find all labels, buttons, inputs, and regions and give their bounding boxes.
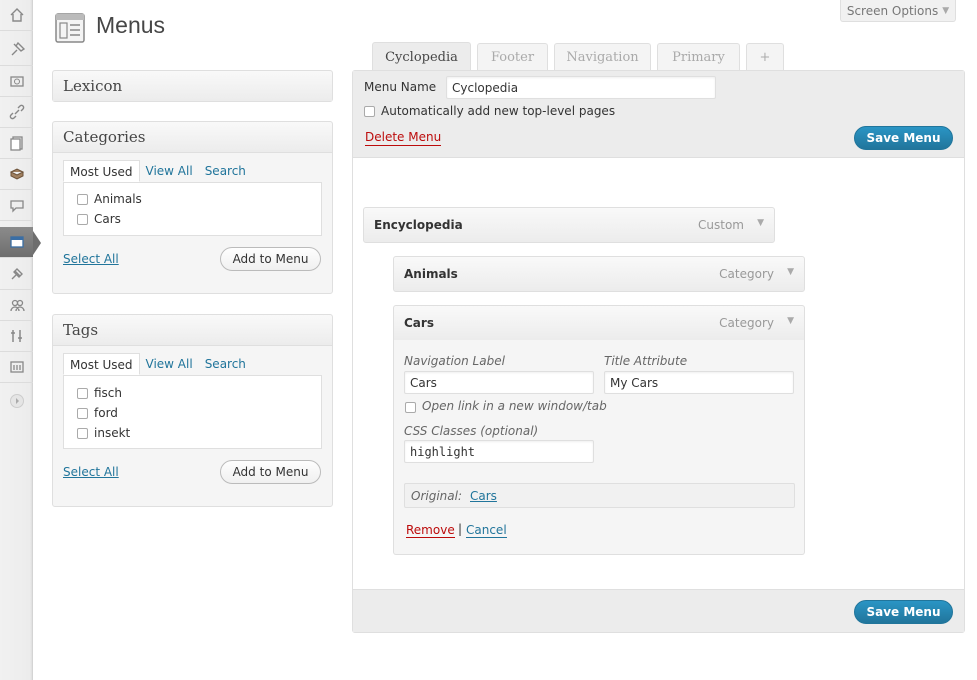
tab-view-all[interactable]: View All [140, 353, 199, 375]
original-link[interactable]: Cars [470, 489, 497, 503]
navigation-label-input[interactable]: Cars [404, 371, 594, 394]
categories-box-title[interactable]: Categories [53, 122, 332, 153]
auto-add-pages-label: Automatically add new top-level pages [381, 104, 616, 118]
settings-icon[interactable] [0, 352, 33, 383]
chevron-down-icon: ▼ [942, 5, 950, 16]
css-classes-input[interactable]: highlight [404, 440, 594, 463]
category-checkbox[interactable] [77, 213, 88, 225]
tags-box: Tags Most Used View All Search fisch for… [52, 314, 333, 507]
tab-primary[interactable]: Primary [657, 43, 740, 71]
comments-icon[interactable] [0, 190, 33, 221]
screen-options-button[interactable]: Screen Options ▼ [840, 0, 956, 22]
menu-header: Menu Name Cyclopedia Automatically add n… [353, 71, 964, 158]
tag-label: ford [94, 406, 118, 420]
menu-item-cars[interactable]: Cars Category ▼ [393, 305, 805, 341]
list-item[interactable]: Cars [64, 209, 321, 229]
tag-checkbox[interactable] [77, 427, 88, 439]
css-classes-label: CSS Classes (optional) [404, 424, 539, 438]
users-icon[interactable] [0, 290, 33, 321]
list-item[interactable]: Animals [64, 189, 321, 209]
tab-cyclopedia[interactable]: Cyclopedia [372, 42, 471, 71]
tags-checklist: fisch ford insekt [63, 375, 322, 449]
menu-item-title: Animals [404, 267, 458, 281]
dashboard-icon[interactable] [0, 0, 33, 31]
media-icon[interactable] [0, 66, 33, 97]
category-checkbox[interactable] [77, 193, 88, 205]
menu-item-title: Cars [404, 316, 434, 330]
lexicon-box-title[interactable]: Lexicon [53, 71, 332, 101]
chevron-down-icon[interactable]: ▼ [757, 218, 764, 228]
delete-menu-link[interactable]: Delete Menu [365, 130, 442, 146]
screen-options-label: Screen Options [846, 3, 939, 18]
tab-search[interactable]: Search [199, 353, 252, 375]
menu-item-type: Category [719, 267, 774, 281]
tab-navigation[interactable]: Navigation [554, 43, 651, 71]
tags-tabs: Most Used View All Search [63, 353, 252, 375]
list-item[interactable]: ford [64, 403, 321, 423]
appearance-icon[interactable] [0, 227, 41, 258]
chevron-down-icon[interactable]: ▼ [787, 267, 794, 277]
tab-footer[interactable]: Footer [477, 43, 548, 71]
menu-item-title: Encyclopedia [374, 218, 463, 232]
menu-item-type: Category [719, 316, 774, 330]
tag-checkbox[interactable] [77, 407, 88, 419]
plugins-icon[interactable] [0, 259, 33, 290]
tags-add-to-menu-button[interactable]: Add to Menu [220, 460, 321, 484]
list-item[interactable]: fisch [64, 383, 321, 403]
menu-item-settings: Navigation Label Cars Title Attribute My… [393, 340, 805, 555]
original-box: Original: Cars [404, 483, 795, 508]
new-window-label: Open link in a new window/tab [422, 399, 607, 413]
categories-add-to-menu-button[interactable]: Add to Menu [220, 247, 321, 271]
tag-checkbox[interactable] [77, 387, 88, 399]
menu-name-input[interactable]: Cyclopedia [446, 76, 716, 99]
chevron-down-icon[interactable]: ▼ [787, 316, 794, 326]
categories-box: Categories Most Used View All Search Ani… [52, 121, 333, 294]
tags-select-all-link[interactable]: Select All [63, 465, 119, 479]
library-icon[interactable] [0, 159, 33, 190]
menu-footer: Save Menu [353, 589, 964, 632]
save-menu-button[interactable]: Save Menu [854, 126, 953, 150]
tab-search[interactable]: Search [199, 160, 252, 182]
category-label: Animals [94, 192, 142, 206]
auto-add-pages-checkbox[interactable] [364, 106, 375, 117]
add-menu-tab-button[interactable]: + [746, 43, 784, 71]
page-title: Menus [96, 12, 166, 38]
menu-item-animals[interactable]: Animals Category ▼ [393, 256, 805, 292]
lexicon-box[interactable]: Lexicon [52, 70, 333, 102]
tab-most-used[interactable]: Most Used [63, 353, 140, 375]
tools-icon[interactable] [0, 321, 33, 352]
list-item[interactable]: insekt [64, 423, 321, 443]
collapse-icon[interactable] [0, 385, 33, 416]
navigation-label-label: Navigation Label [404, 354, 505, 368]
new-window-checkbox[interactable] [405, 402, 416, 413]
remove-link[interactable]: Remove [406, 523, 455, 538]
cancel-link[interactable]: Cancel [466, 523, 507, 538]
posts-icon[interactable] [0, 35, 33, 66]
categories-checklist: Animals Cars [63, 182, 322, 236]
tag-label: fisch [94, 386, 123, 400]
category-label: Cars [94, 212, 121, 226]
menu-name-label: Menu Name [364, 80, 437, 94]
original-label: Original: [411, 488, 462, 503]
save-menu-button-bottom[interactable]: Save Menu [854, 600, 953, 624]
tags-box-title[interactable]: Tags [53, 315, 332, 346]
menu-item-type: Custom [698, 218, 744, 232]
admin-sidebar [0, 0, 41, 680]
pages-icon[interactable] [0, 128, 33, 159]
tab-most-used[interactable]: Most Used [63, 160, 140, 182]
title-attribute-input[interactable]: My Cars [604, 371, 794, 394]
tab-view-all[interactable]: View All [140, 160, 199, 182]
categories-tabs: Most Used View All Search [63, 160, 252, 182]
links-icon[interactable] [0, 97, 33, 128]
menus-page-icon [54, 12, 86, 44]
menu-item-encyclopedia[interactable]: Encyclopedia Custom ▼ [363, 207, 775, 243]
link-separator: | [458, 522, 463, 536]
title-attribute-label: Title Attribute [604, 354, 688, 368]
categories-select-all-link[interactable]: Select All [63, 252, 119, 266]
tag-label: insekt [94, 426, 131, 440]
